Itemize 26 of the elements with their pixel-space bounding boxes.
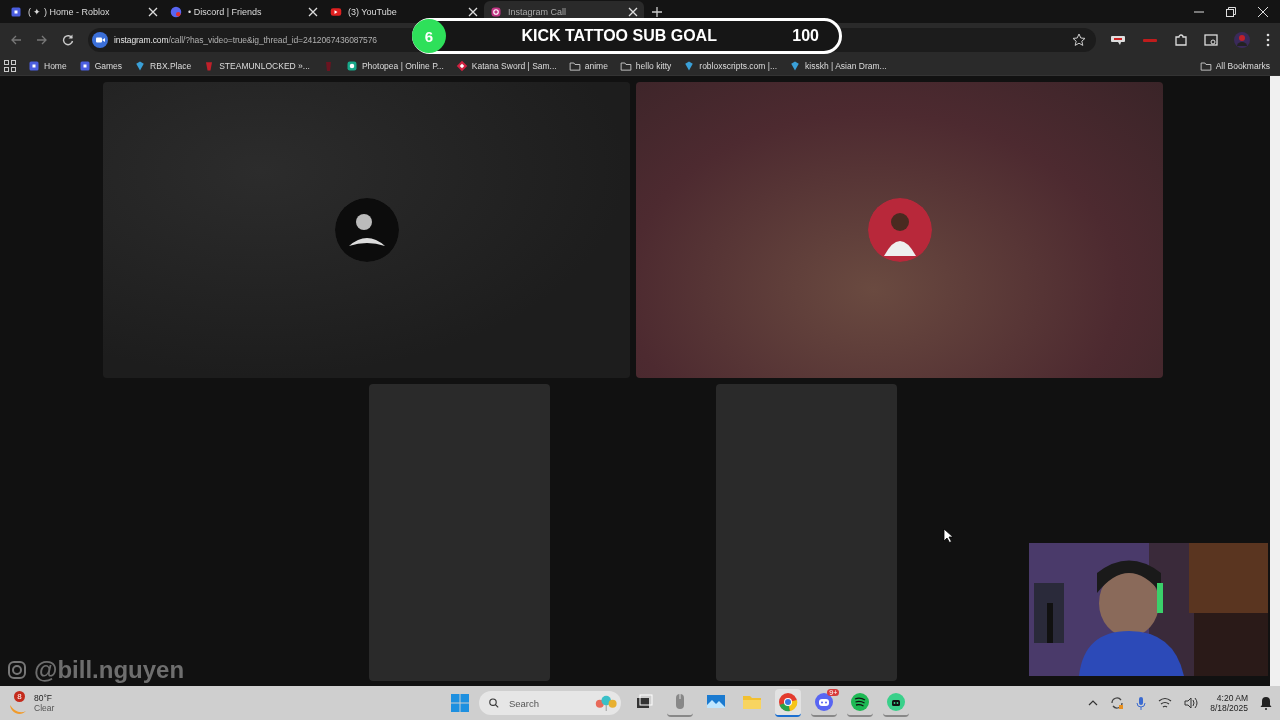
bookmark[interactable]: anime xyxy=(568,59,608,72)
bookmark[interactable]: Games xyxy=(78,59,123,72)
search-input[interactable]: Search xyxy=(506,696,587,710)
browser-tab[interactable]: • Discord | Friends xyxy=(164,1,324,22)
url-text: instagram.com/call/?has_video=true&ig_thread_id=2412067436087576 xyxy=(114,34,377,45)
bookmark[interactable]: Photopea | Online P... xyxy=(345,59,444,72)
search-bar[interactable]: Search xyxy=(479,691,622,715)
goal-target: 100 xyxy=(792,27,819,45)
bookmark[interactable]: Katana Sword | Sam... xyxy=(455,59,557,72)
bookmark[interactable]: Home xyxy=(28,59,67,72)
bookmark[interactable]: STEAMUNLOCKED »... xyxy=(203,59,310,72)
weather-condition: Clear xyxy=(34,703,55,713)
clock[interactable]: 4:20 AM 8/18/2025 xyxy=(1210,693,1248,713)
goal-title: KICK TATTOO SUB GOAL xyxy=(520,27,718,45)
temperature: 80°F xyxy=(34,693,54,703)
goal-count: 6 xyxy=(412,19,446,53)
notification-badge: 8 xyxy=(14,691,25,702)
all-bookmarks-button[interactable]: All Bookmarks xyxy=(1199,59,1270,72)
weather-widget[interactable]: 8 80°F Clear xyxy=(8,689,57,717)
browser-tab[interactable]: ( ✦ ) Home - Roblox xyxy=(4,1,164,22)
streamer-handle: @bill.nguyen xyxy=(34,656,185,684)
bookmark[interactable]: kisskh | Asian Dram... xyxy=(789,59,887,72)
browser-tab[interactable]: (3) YouTube xyxy=(324,1,484,22)
bookmark[interactable]: robloxscripts.com |... xyxy=(683,59,778,72)
bookmark[interactable]: RBX.Place xyxy=(134,59,192,72)
bookmark[interactable]: hello kitty xyxy=(619,59,672,72)
